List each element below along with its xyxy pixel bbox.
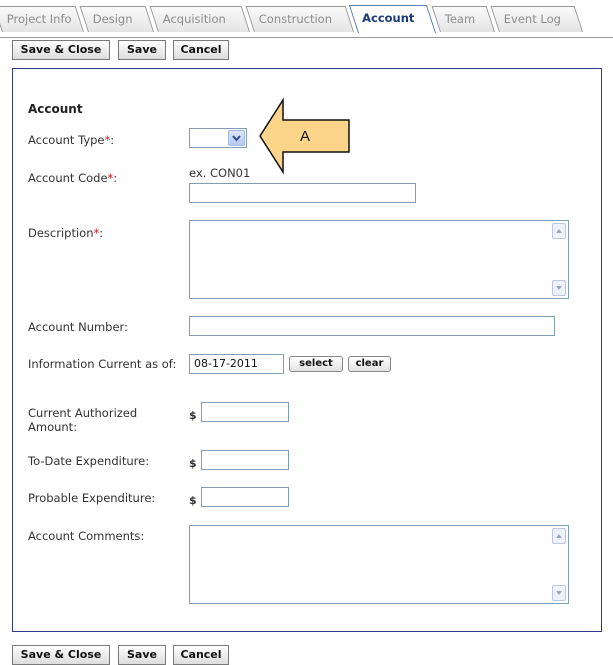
tab-construction[interactable]: Construction (245, 6, 354, 32)
to-date-expenditure-input[interactable] (201, 450, 289, 470)
scroll-up-icon[interactable] (552, 528, 566, 544)
account-type-label: Account Type*: (28, 133, 115, 147)
tab-team[interactable]: Team (431, 6, 495, 32)
info-current-label: Information Current as of: (28, 357, 177, 371)
account-comments-textarea[interactable] (189, 525, 569, 604)
tab-design[interactable]: Design (79, 6, 154, 32)
description-textarea[interactable] (189, 220, 569, 299)
account-code-hint: ex. CON01 (189, 166, 251, 180)
save-button[interactable]: Save (118, 40, 166, 60)
section-title: Account (28, 102, 83, 116)
tab-project-info[interactable]: Project Info (0, 6, 85, 32)
account-code-input[interactable] (189, 183, 416, 203)
account-number-input[interactable] (189, 316, 555, 336)
probable-expenditure-label: Probable Expenditure: (28, 491, 156, 505)
scroll-up-icon[interactable] (552, 223, 566, 239)
select-date-button[interactable]: select (289, 356, 343, 372)
tab-account[interactable]: Account (348, 5, 436, 33)
info-current-date-input[interactable]: 08-17-2011 (189, 354, 284, 374)
currency-symbol: $ (189, 494, 197, 507)
tab-acquisition[interactable]: Acquisition (149, 6, 250, 32)
current-authorized-input[interactable] (201, 402, 289, 422)
currency-symbol: $ (189, 457, 197, 470)
probable-expenditure-input[interactable] (201, 487, 289, 507)
tab-bar: Project Info Design Acquisition Construc… (0, 5, 613, 38)
account-code-label: Account Code*: (28, 171, 118, 185)
save-button[interactable]: Save (118, 645, 166, 665)
account-type-select[interactable] (189, 128, 247, 148)
save-close-button[interactable]: Save & Close (12, 40, 110, 60)
account-number-label: Account Number: (28, 320, 128, 334)
save-close-button[interactable]: Save & Close (12, 645, 110, 665)
account-comments-label: Account Comments: (28, 529, 145, 543)
to-date-expenditure-label: To-Date Expenditure: (28, 454, 150, 468)
cancel-button[interactable]: Cancel (173, 40, 229, 60)
tab-event-log[interactable]: Event Log (490, 6, 583, 32)
clear-date-button[interactable]: clear (348, 356, 391, 372)
tab-divider (0, 37, 613, 38)
currency-symbol: $ (189, 409, 197, 422)
scroll-down-icon[interactable] (552, 280, 566, 296)
dropdown-arrow-icon[interactable] (228, 130, 245, 146)
callout-label: A (300, 128, 311, 145)
description-label: Description*: (28, 226, 104, 240)
current-authorized-label: Current Authorized Amount: (28, 406, 138, 434)
scroll-down-icon[interactable] (552, 585, 566, 601)
cancel-button[interactable]: Cancel (173, 645, 229, 665)
